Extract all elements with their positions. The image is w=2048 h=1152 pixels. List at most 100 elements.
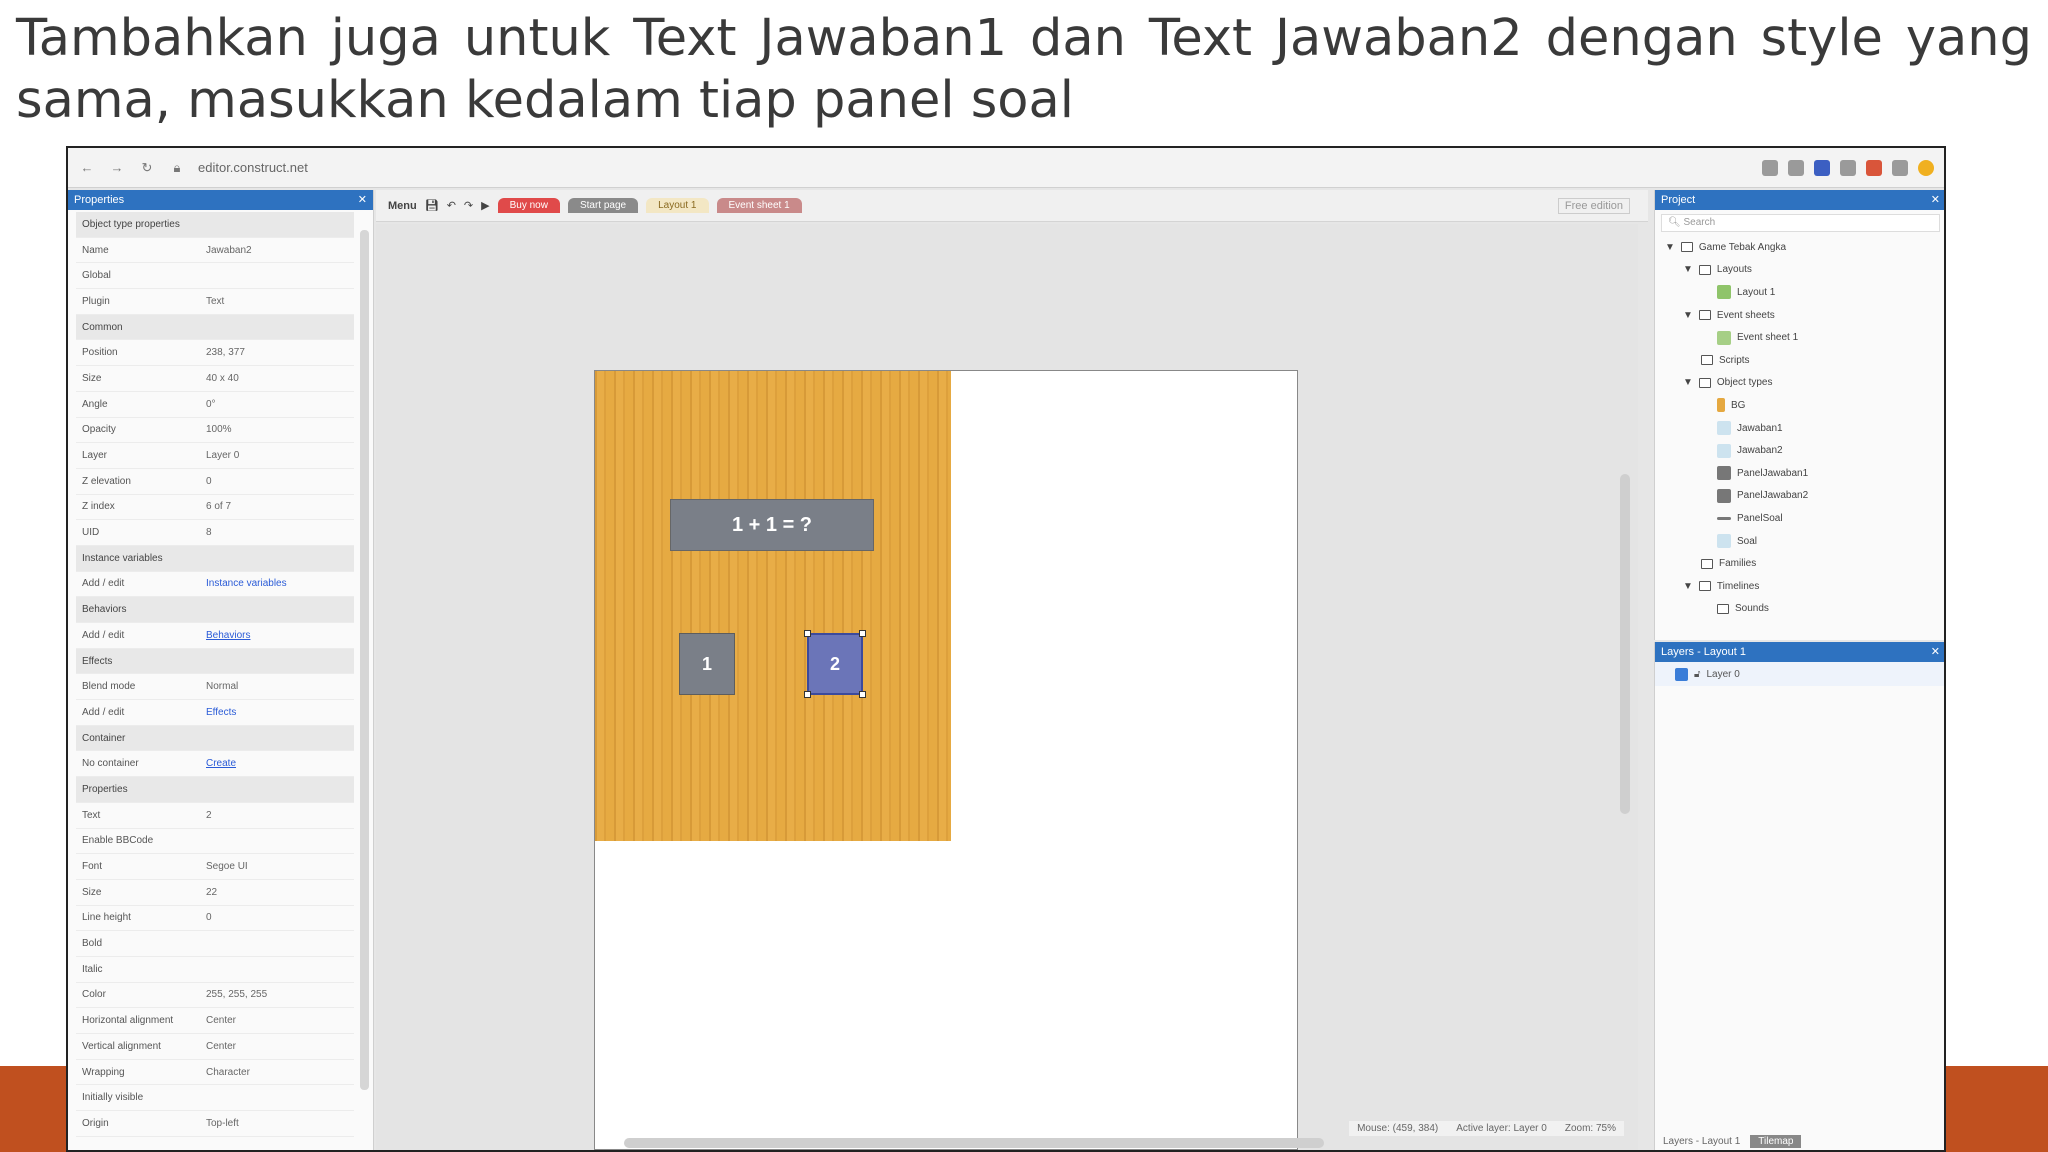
property-link[interactable]: Behaviors — [206, 630, 354, 641]
property-link[interactable]: Instance variables — [206, 578, 354, 589]
property-value[interactable]: 22 — [206, 887, 354, 898]
property-row[interactable]: Add / edit Behaviors — [76, 623, 354, 649]
background-sprite[interactable]: 1 + 1 = ? 1 2 — [595, 371, 951, 841]
property-row[interactable]: Initially visible — [76, 1085, 354, 1112]
property-row[interactable]: Add / edit Effects — [76, 700, 354, 726]
property-row[interactable]: Italic — [76, 957, 354, 983]
property-value[interactable]: 0° — [206, 399, 354, 410]
property-row[interactable]: Text 2 — [76, 803, 354, 829]
answer-text-2[interactable]: 2 — [830, 654, 840, 675]
property-dropdown[interactable]: Top-left — [206, 1118, 354, 1129]
property-row[interactable]: No container Create — [76, 751, 354, 778]
property-dropdown[interactable]: Normal — [206, 681, 354, 692]
save-icon[interactable]: 💾︎ — [425, 199, 439, 212]
property-link[interactable]: Create — [206, 758, 354, 769]
tab-tilemap[interactable]: Tilemap — [1750, 1135, 1802, 1148]
layer-name[interactable]: Layer 0 — [1706, 669, 1739, 680]
forward-icon[interactable]: → — [108, 160, 126, 175]
property-row[interactable]: Vertical alignment Center — [76, 1034, 354, 1060]
tree-item[interactable]: Sounds — [1665, 598, 1944, 621]
property-value[interactable]: 100% — [206, 424, 354, 435]
property-row[interactable]: Plugin Text — [76, 289, 354, 315]
tree-item[interactable]: Families — [1665, 552, 1944, 575]
tree-item[interactable]: Event sheet 1 — [1665, 326, 1944, 349]
property-value[interactable]: Text — [206, 296, 354, 307]
property-row[interactable]: Layer Layer 0 — [76, 443, 354, 469]
property-value[interactable]: 0 — [206, 912, 354, 923]
tree-item[interactable]: BG — [1665, 394, 1944, 417]
property-value[interactable]: 0 — [206, 476, 354, 487]
tree-item[interactable]: Scripts — [1665, 349, 1944, 372]
url-text[interactable]: editor.construct.net — [198, 160, 308, 175]
property-row[interactable]: Font Segoe UI — [76, 854, 354, 880]
tab-layout-1[interactable]: Layout 1 — [646, 198, 709, 213]
resize-handle[interactable] — [859, 691, 866, 698]
property-row[interactable]: Origin Top-left — [76, 1111, 354, 1137]
expand-arrow-icon[interactable]: ▼ — [1683, 310, 1693, 321]
answer-panel-2[interactable]: 2 — [804, 630, 866, 698]
tree-item[interactable]: PanelSoal — [1665, 507, 1944, 530]
tree-item[interactable]: Jawaban1 — [1665, 417, 1944, 440]
visibility-checkbox[interactable] — [1675, 667, 1688, 681]
extension-icon[interactable] — [1892, 159, 1908, 176]
tab-start-page[interactable]: Start page — [567, 198, 639, 213]
properties-scrollbar[interactable] — [360, 230, 369, 1090]
property-dropdown[interactable]: Character — [206, 1067, 354, 1078]
resize-handle[interactable] — [804, 630, 811, 637]
property-dropdown[interactable]: Center — [206, 1041, 354, 1052]
expand-arrow-icon[interactable]: ▼ — [1683, 264, 1693, 275]
tree-item[interactable]: ▼ Layouts — [1665, 259, 1944, 282]
tree-item[interactable]: PanelJawaban1 — [1665, 462, 1944, 485]
tree-item[interactable]: ▼ Event sheets — [1665, 304, 1944, 327]
profile-avatar[interactable] — [1918, 159, 1934, 176]
expand-arrow-icon[interactable]: ▼ — [1683, 581, 1693, 592]
property-row[interactable]: Color 255, 255, 255 — [76, 983, 354, 1009]
property-row[interactable]: Opacity 100% — [76, 418, 354, 444]
property-row[interactable]: Global — [76, 263, 354, 290]
tree-item[interactable]: ▼ Object types — [1665, 372, 1944, 395]
expand-arrow-icon[interactable]: ▼ — [1683, 377, 1693, 388]
redo-icon[interactable]: ↷ — [464, 199, 473, 212]
property-row[interactable]: Name Jawaban2 — [76, 238, 354, 264]
property-row[interactable]: Z elevation 0 — [76, 469, 354, 495]
undo-icon[interactable]: ↶ — [447, 199, 456, 212]
property-value[interactable]: Segoe UI — [206, 861, 354, 872]
question-panel[interactable]: 1 + 1 = ? — [670, 499, 874, 551]
property-row[interactable]: Bold — [76, 931, 354, 957]
property-row[interactable]: Size 40 x 40 — [76, 366, 354, 392]
property-row[interactable]: Wrapping Character — [76, 1060, 354, 1086]
property-row[interactable]: Add / edit Instance variables — [76, 572, 354, 598]
layout-area[interactable]: 1 + 1 = ? 1 2 — [594, 370, 1298, 1150]
project-search-input[interactable]: 🔍︎ Search — [1661, 214, 1940, 232]
extension-icon[interactable] — [1788, 159, 1804, 176]
answer-text-1[interactable]: 1 — [702, 654, 712, 675]
answer-panel-1[interactable]: 1 — [679, 633, 735, 695]
tab-layers[interactable]: Layers - Layout 1 — [1663, 1136, 1740, 1147]
question-text[interactable]: 1 + 1 = ? — [732, 514, 812, 537]
tree-item[interactable]: Layout 1 — [1665, 281, 1944, 304]
property-value[interactable]: 238, 377 — [206, 347, 354, 358]
canvas-vertical-scrollbar[interactable] — [1620, 474, 1630, 814]
lock-icon[interactable]: 🔓︎ — [1694, 669, 1700, 680]
resize-handle[interactable] — [804, 691, 811, 698]
property-row[interactable]: Horizontal alignment Center — [76, 1008, 354, 1034]
resize-handle[interactable] — [859, 630, 866, 637]
property-row[interactable]: Angle 0° — [76, 392, 354, 418]
property-value[interactable]: 255, 255, 255 — [206, 989, 354, 1000]
menu-button[interactable]: Menu — [388, 200, 417, 212]
property-value[interactable]: Jawaban2 — [206, 245, 354, 256]
property-row[interactable]: Enable BBCode — [76, 829, 354, 855]
layout-canvas[interactable]: 1 + 1 = ? 1 2 Mouse: (459, 384) Active l… — [376, 224, 1638, 1150]
extension-icon[interactable] — [1866, 159, 1882, 176]
tree-item[interactable]: ▼ Timelines — [1665, 575, 1944, 598]
extension-icon[interactable] — [1762, 159, 1778, 176]
property-value[interactable]: 2 — [206, 810, 354, 821]
tab-event-sheet-1[interactable]: Event sheet 1 — [716, 198, 802, 213]
tree-item[interactable]: Jawaban2 — [1665, 439, 1944, 462]
property-row[interactable]: Blend mode Normal — [76, 674, 354, 701]
canvas-horizontal-scrollbar[interactable] — [624, 1138, 1324, 1148]
tree-item[interactable]: ▼ Game Tebak Angka — [1665, 236, 1944, 259]
property-row[interactable]: Position 238, 377 — [76, 340, 354, 367]
property-value[interactable]: 40 x 40 — [206, 373, 354, 384]
reload-icon[interactable]: ↻ — [138, 160, 156, 176]
